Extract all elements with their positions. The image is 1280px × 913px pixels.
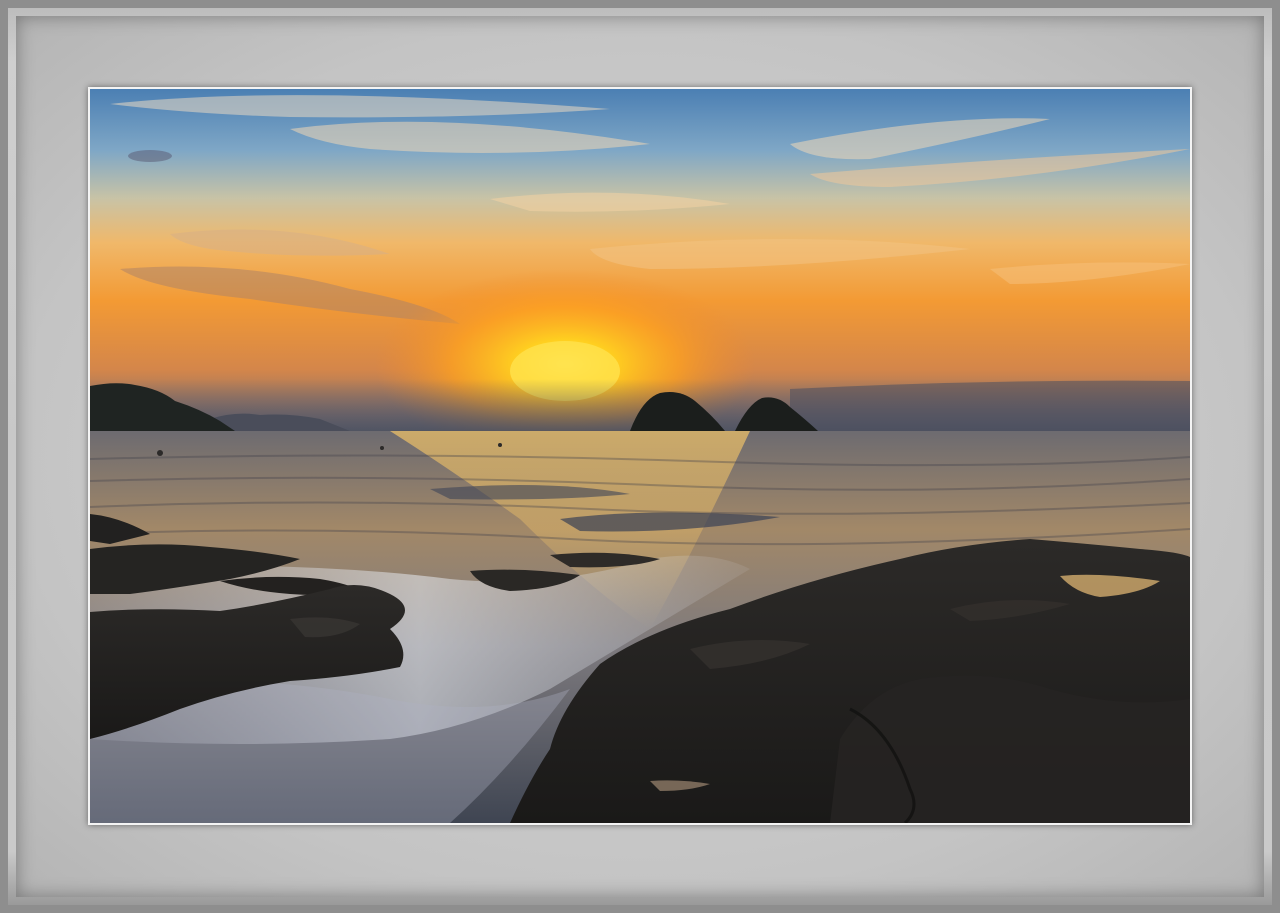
photo-border [88, 87, 1192, 825]
photo-canvas [90, 89, 1190, 823]
sunset-seascape-photo [90, 89, 1190, 823]
